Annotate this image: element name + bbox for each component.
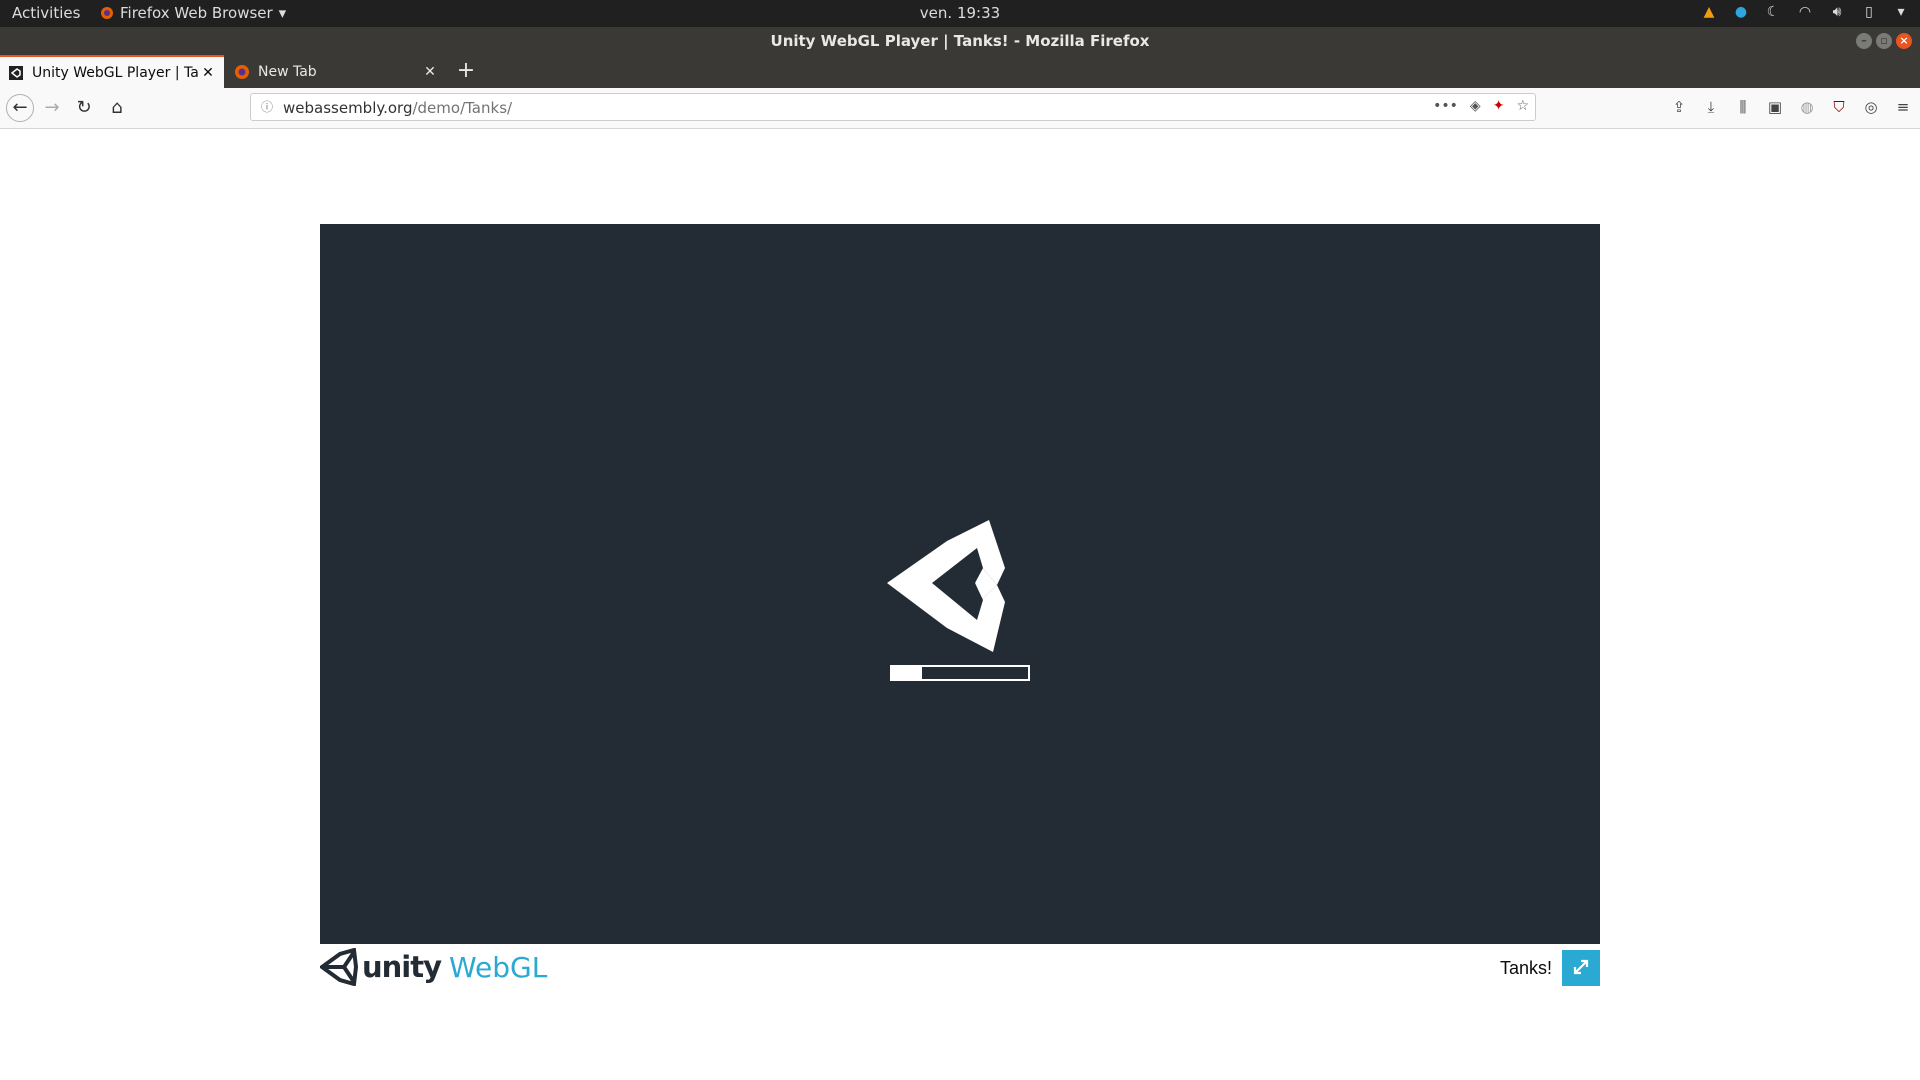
tab-unity-webgl[interactable]: Unity WebGL Player | Tanks! ✕	[0, 55, 224, 88]
url-bar[interactable]: ⓘ webassembly.org/demo/Tanks/ ••• ◈ ✦ ☆	[250, 93, 1536, 121]
reload-button[interactable]: ↻	[70, 94, 98, 122]
home-button[interactable]: ⌂	[103, 94, 131, 122]
pocket-icon[interactable]: ◈	[1470, 98, 1481, 114]
globe-icon[interactable]: ◍	[1798, 98, 1816, 116]
extension-icon[interactable]: ✦	[1493, 98, 1505, 114]
activities-button[interactable]: Activities	[12, 4, 80, 22]
forward-button[interactable]: →	[38, 94, 66, 122]
tab-new-tab[interactable]: New Tab ✕	[226, 55, 446, 88]
app-menu[interactable]: Firefox Web Browser ▾	[100, 4, 286, 22]
night-light-icon[interactable]: ☾	[1764, 3, 1782, 21]
maximize-button[interactable]: ▫	[1876, 33, 1892, 49]
firefox-icon	[101, 7, 113, 19]
window-controls: – ▫ ×	[1856, 33, 1912, 49]
download-icon[interactable]: ⤓	[1702, 98, 1720, 116]
chevron-down-icon: ▾	[278, 4, 287, 22]
bookmark-star-icon[interactable]: ☆	[1516, 98, 1529, 114]
app-menu-label: Firefox Web Browser	[120, 4, 273, 22]
sync-icon[interactable]: ◎	[1862, 98, 1880, 116]
new-tab-button[interactable]: +	[452, 57, 480, 85]
url-text[interactable]: webassembly.org/demo/Tanks/	[283, 99, 512, 117]
url-bar-actions: ••• ◈ ✦ ☆	[1433, 98, 1529, 114]
wifi-icon[interactable]: ◠	[1796, 3, 1814, 21]
expand-icon	[1573, 959, 1589, 975]
firefox-icon	[235, 64, 249, 79]
page-actions-icon[interactable]: •••	[1433, 98, 1458, 114]
battery-icon[interactable]: ▯	[1860, 3, 1878, 21]
back-button[interactable]: ←	[6, 94, 34, 122]
navigation-toolbar: ← → ↻ ⌂ ⓘ webassembly.org/demo/Tanks/ ••…	[0, 88, 1920, 129]
chevron-down-icon[interactable]: ▾	[1892, 3, 1910, 21]
loading-progress-bar	[890, 665, 1030, 681]
menu-icon[interactable]: ≡	[1894, 98, 1912, 116]
volume-icon[interactable]: 🔊︎	[1828, 3, 1846, 21]
site-info-icon[interactable]: ⓘ	[259, 98, 275, 114]
system-tray: ▲ ● ☾ ◠ 🔊︎ ▯ ▾	[1700, 3, 1910, 21]
url-domain: webassembly.org	[283, 99, 413, 117]
minimize-button[interactable]: –	[1856, 33, 1872, 49]
tab-strip: Unity WebGL Player | Tanks! ✕ New Tab ✕ …	[0, 55, 1920, 88]
close-tab-icon[interactable]: ✕	[200, 65, 216, 81]
system-top-bar: Activities Firefox Web Browser ▾ ven. 19…	[0, 0, 1920, 27]
telegram-icon[interactable]: ●	[1732, 3, 1750, 21]
unity-webgl-logo: unity WebGL	[320, 948, 547, 986]
unity-canvas[interactable]	[320, 224, 1600, 944]
window-title-bar: Unity WebGL Player | Tanks! - Mozilla Fi…	[0, 27, 1920, 55]
sidebar-icon[interactable]: ▣	[1766, 98, 1784, 116]
close-button[interactable]: ×	[1896, 33, 1912, 49]
library-icon[interactable]: ⫼	[1734, 98, 1752, 116]
window-title: Unity WebGL Player | Tanks! - Mozilla Fi…	[770, 32, 1150, 50]
toolbar-buttons: ⇪ ⤓ ⫼ ▣ ◍ ⛉ ◎ ≡	[1670, 98, 1912, 116]
fullscreen-button[interactable]	[1562, 950, 1600, 986]
clock[interactable]: ven. 19:33	[0, 4, 1920, 22]
tab-label: New Tab	[258, 63, 317, 80]
unity-wordmark: unity	[362, 950, 442, 984]
unity-logo-icon	[887, 520, 1005, 652]
tab-label: Unity WebGL Player | Tanks!	[32, 64, 200, 81]
unity-cube-icon	[320, 948, 358, 986]
close-tab-icon[interactable]: ✕	[422, 64, 438, 80]
unity-icon	[9, 65, 23, 80]
game-title: Tanks!	[1500, 958, 1553, 978]
reading-list-icon[interactable]: ⇪	[1670, 98, 1688, 116]
webgl-wordmark: WebGL	[449, 950, 548, 984]
loading-progress-fill	[892, 667, 922, 679]
url-path: /demo/Tanks/	[412, 99, 513, 117]
vlc-icon[interactable]: ▲	[1700, 3, 1718, 21]
ublock-icon[interactable]: ⛉	[1830, 98, 1848, 116]
